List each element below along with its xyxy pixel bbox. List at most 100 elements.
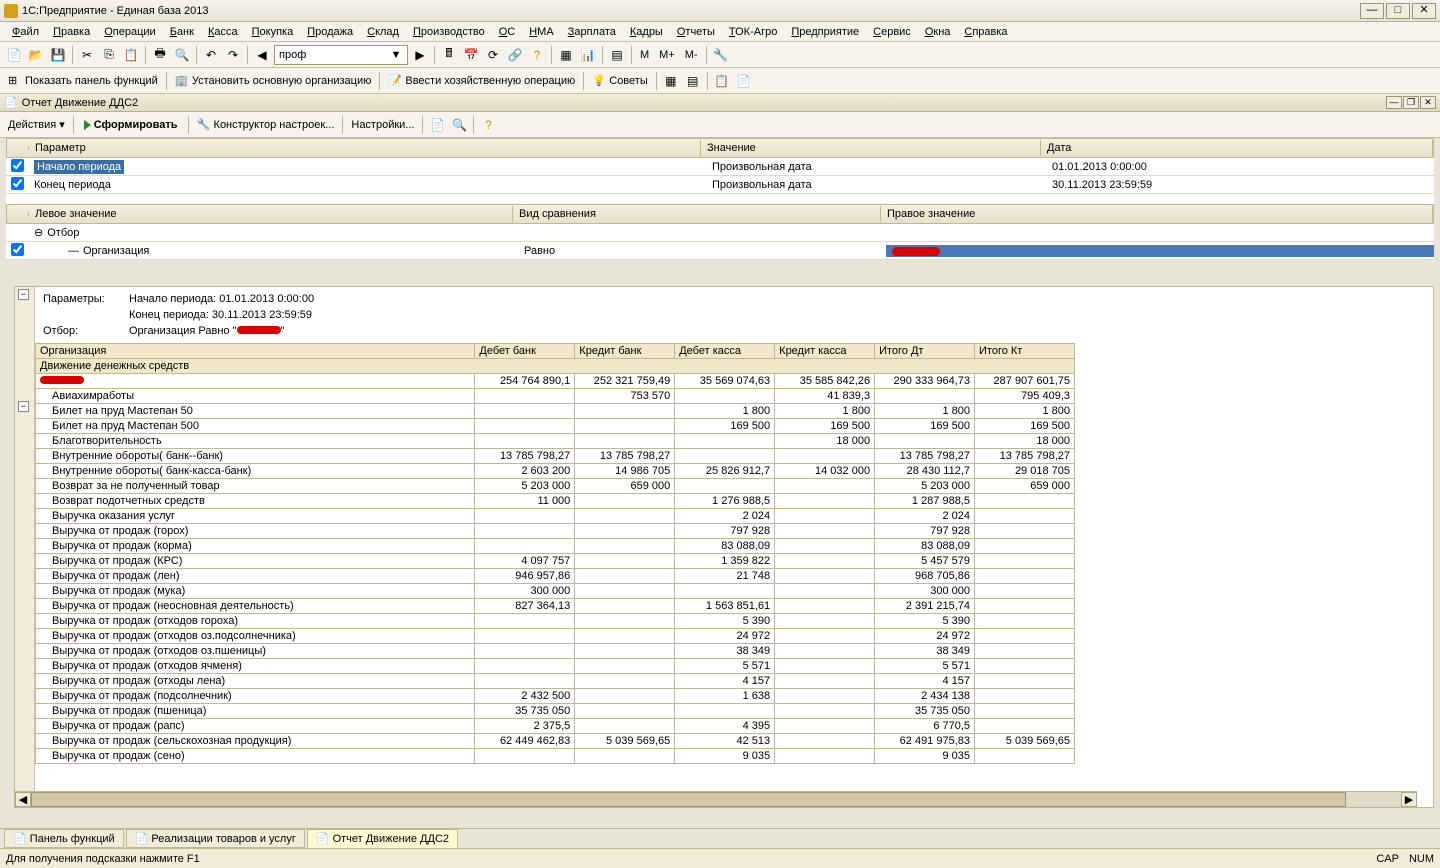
table-row[interactable]: Выручка от продаж (лен)946 957,8621 7489… — [36, 569, 1075, 584]
menu-справка[interactable]: Справка — [958, 24, 1013, 40]
table-row[interactable]: Возврат подотчетных средств11 0001 276 9… — [36, 494, 1075, 509]
table-row[interactable]: Выручка от продаж (подсолнечник)2 432 50… — [36, 689, 1075, 704]
table-row[interactable]: Выручка от продаж (корма)83 088,0983 088… — [36, 539, 1075, 554]
collapse-icon[interactable]: ⊖ — [34, 226, 43, 239]
col-header[interactable]: Дебет касса — [675, 344, 775, 359]
menu-кадры[interactable]: Кадры — [624, 24, 669, 40]
filter-checkbox[interactable] — [11, 243, 24, 256]
col-header[interactable]: Кредит касса — [775, 344, 875, 359]
menu-сервис[interactable]: Сервис — [867, 24, 917, 40]
actions-dropdown[interactable]: Действия ▾ — [4, 118, 69, 131]
table-row[interactable]: Выручка от продаж (отходов ячменя)5 5715… — [36, 659, 1075, 674]
table-row[interactable]: Авиахимработы753 57041 839,3795 409,3 — [36, 389, 1075, 404]
m-button[interactable]: M — [636, 49, 653, 61]
report-table[interactable]: ОрганизацияДебет банкКредит банкДебет ка… — [35, 343, 1075, 764]
table-row[interactable]: Благотворительность18 00018 000 — [36, 434, 1075, 449]
m-plus-button[interactable]: M+ — [655, 49, 679, 61]
col-header[interactable]: Кредит банк — [575, 344, 675, 359]
save-icon[interactable]: 💾 — [48, 45, 68, 65]
table-row[interactable]: Билет на пруд Мастепан 501 8001 8001 800… — [36, 404, 1075, 419]
menu-окна[interactable]: Окна — [919, 24, 957, 40]
menu-ос[interactable]: ОС — [493, 24, 522, 40]
run-button[interactable]: Сформировать — [78, 117, 184, 133]
menu-отчеты[interactable]: Отчеты — [671, 24, 721, 40]
tool-icon[interactable]: 🔧 — [711, 45, 731, 65]
menu-покупка[interactable]: Покупка — [246, 24, 300, 40]
table-row[interactable]: Выручка от продаж (горох)797 928797 928 — [36, 524, 1075, 539]
table-row[interactable]: Выручка от продаж (отходов оз.подсолнечн… — [36, 629, 1075, 644]
param-checkbox[interactable] — [11, 177, 24, 190]
table-row[interactable]: Выручка от продаж (сельскохозная продукц… — [36, 734, 1075, 749]
undo-icon[interactable]: ↶ — [201, 45, 221, 65]
enter-op-button[interactable]: 📝Ввести хозяйственную операцию — [384, 74, 579, 88]
menu-продажа[interactable]: Продажа — [301, 24, 359, 40]
table-row[interactable]: Выручка от продаж (неосновная деятельнос… — [36, 599, 1075, 614]
menu-банк[interactable]: Банк — [164, 24, 200, 40]
extra-icon-1[interactable]: 📄 — [427, 115, 447, 135]
table-row[interactable]: Выручка от продаж (мука)300 000300 000 — [36, 584, 1075, 599]
table-row[interactable]: Внутренние обороты( банк--банк)13 785 79… — [36, 449, 1075, 464]
search-input[interactable] — [279, 49, 389, 61]
m-minus-button[interactable]: M- — [681, 49, 702, 61]
tab[interactable]: 📄Отчет Движение ДДС2 — [307, 829, 458, 848]
param-row[interactable]: Начало периодаПроизвольная дата01.01.201… — [6, 158, 1434, 176]
chart-icon[interactable]: 📊 — [578, 45, 598, 65]
table-row[interactable]: Билет на пруд Мастепан 500169 500169 500… — [36, 419, 1075, 434]
preview-icon[interactable]: 🔍 — [172, 45, 192, 65]
window-maximize[interactable]: □ — [1386, 3, 1410, 19]
table-row[interactable]: Выручка от продаж (отходы лена)4 1574 15… — [36, 674, 1075, 689]
grid-icon[interactable]: ▦ — [556, 45, 576, 65]
print-icon[interactable]: 🖶 — [150, 45, 170, 65]
settings-designer-button[interactable]: 🔧Конструктор настроек... — [193, 118, 339, 132]
sub-restore[interactable]: ❐ — [1403, 96, 1419, 109]
open-icon[interactable]: 📂 — [26, 45, 46, 65]
cut-icon[interactable]: ✂ — [77, 45, 97, 65]
sub-close[interactable]: ✕ — [1420, 96, 1436, 109]
extra-icon-2[interactable]: 🔍 — [449, 115, 469, 135]
new-icon[interactable]: 📄 — [4, 45, 24, 65]
filter-right-value[interactable]: xx — [886, 245, 1434, 257]
col-header[interactable]: Итого Дт — [875, 344, 975, 359]
set-org-button[interactable]: 🏢Установить основную организацию — [171, 74, 376, 88]
tab[interactable]: 📄Панель функций — [4, 829, 124, 848]
table-row[interactable]: Внутренние обороты( банк-касса-банк)2 60… — [36, 464, 1075, 479]
dropdown-icon[interactable]: ▼ — [389, 49, 403, 61]
col-header[interactable]: Итого Кт — [975, 344, 1075, 359]
table-row[interactable]: Выручка от продаж (отходов оз.пшеницы)38… — [36, 644, 1075, 659]
show-panel-button[interactable]: ⊞Показать панель функций — [4, 74, 162, 88]
misc-icon-3[interactable]: 📋 — [712, 71, 732, 91]
search-back-icon[interactable]: ◀ — [252, 45, 272, 65]
search-fwd-icon[interactable]: ▶ — [410, 45, 430, 65]
menu-касса[interactable]: Касса — [202, 24, 244, 40]
filter-root[interactable]: ⊖Отбор — [6, 224, 1434, 242]
collapse-button[interactable]: − — [18, 289, 29, 300]
copy-icon[interactable]: ⎘ — [99, 45, 119, 65]
settings-button[interactable]: Настройки... — [347, 119, 418, 131]
table-row[interactable]: Выручка от продаж (рапс)2 375,54 3956 77… — [36, 719, 1075, 734]
param-checkbox[interactable] — [11, 159, 24, 172]
menu-правка[interactable]: Правка — [47, 24, 96, 40]
calendar-icon[interactable]: 📅 — [461, 45, 481, 65]
menu-производство[interactable]: Производство — [407, 24, 491, 40]
window-close[interactable]: ✕ — [1412, 3, 1436, 19]
table-row[interactable]: Выручка от продаж (пшеница)35 735 05035 … — [36, 704, 1075, 719]
horizontal-scrollbar[interactable]: ◀ ▶ — [15, 791, 1417, 807]
scroll-thumb[interactable] — [31, 792, 1346, 807]
form-icon[interactable]: ▤ — [607, 45, 627, 65]
param-row[interactable]: Конец периодаПроизвольная дата30.11.2013… — [6, 176, 1434, 194]
link-icon[interactable]: 🔗 — [505, 45, 525, 65]
misc-icon-4[interactable]: 📄 — [734, 71, 754, 91]
table-row[interactable]: Выручка от продаж (КРС)4 097 7571 359 82… — [36, 554, 1075, 569]
menu-файл[interactable]: Файл — [6, 24, 45, 40]
table-row[interactable]: Выручка от продаж (отходов гороха)5 3905… — [36, 614, 1075, 629]
calc-icon[interactable]: 🖩 — [439, 45, 459, 65]
col-header[interactable]: Организация — [36, 344, 475, 359]
refresh-icon[interactable]: ⟳ — [483, 45, 503, 65]
scroll-right-icon[interactable]: ▶ — [1401, 792, 1417, 807]
help-icon[interactable]: ? — [527, 45, 547, 65]
tab[interactable]: 📄Реализации товаров и услуг — [126, 829, 305, 848]
help-icon[interactable]: ? — [478, 115, 498, 135]
misc-icon-2[interactable]: ▤ — [683, 71, 703, 91]
scroll-left-icon[interactable]: ◀ — [15, 792, 31, 807]
misc-icon-1[interactable]: ▦ — [661, 71, 681, 91]
